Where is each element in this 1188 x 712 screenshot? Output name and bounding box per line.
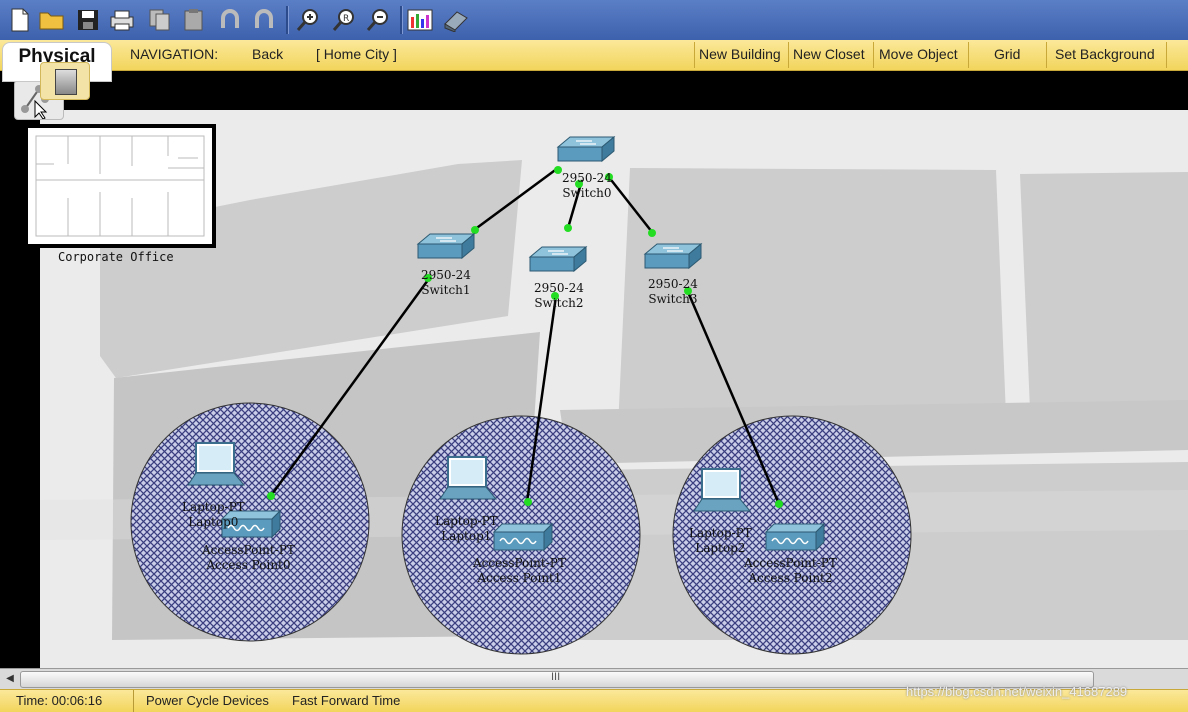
building-corporate-office[interactable] — [24, 124, 216, 248]
network-topology — [130, 136, 912, 655]
switch3-icon — [644, 243, 702, 269]
ap1-model: AccessPoint-PT — [473, 556, 566, 570]
ap2-name: Access Point2 — [748, 571, 833, 585]
switch0-name: Switch0 — [562, 186, 612, 200]
switch3-name: Switch3 — [648, 292, 698, 306]
switch2-model: 2950-24 — [534, 281, 584, 295]
laptop1-name: Laptop1 — [441, 529, 492, 543]
laptop2-label[interactable]: Laptop-PT Laptop2 — [689, 526, 752, 556]
switch1-label[interactable]: 2950-24 Switch1 — [421, 268, 471, 298]
ap1-name: Access Point1 — [477, 571, 562, 585]
floor-plan-icon — [35, 135, 205, 237]
switch0-label[interactable]: 2950-24 Switch0 — [562, 171, 612, 201]
power-cycle-button[interactable]: Power Cycle Devices — [146, 693, 269, 708]
laptop0-name: Laptop0 — [188, 515, 239, 529]
ap2-model: AccessPoint-PT — [744, 556, 837, 570]
laptop2-name: Laptop2 — [695, 541, 746, 555]
switch2-label[interactable]: 2950-24 Switch2 — [534, 281, 584, 311]
scroll-left-arrow-icon[interactable]: ◀ — [2, 671, 18, 687]
switch1-model: 2950-24 — [421, 268, 471, 282]
switch0-icon — [557, 136, 615, 162]
fast-forward-button[interactable]: Fast Forward Time — [292, 693, 400, 708]
access-point2-icon — [765, 523, 825, 551]
logical-view-toggle[interactable] — [40, 62, 90, 100]
building-label: Corporate Office — [58, 250, 174, 264]
laptop2-model: Laptop-PT — [689, 526, 752, 540]
laptop1-model: Laptop-PT — [435, 514, 498, 528]
access-point1-icon — [493, 523, 553, 551]
laptop0-label[interactable]: Laptop-PT Laptop0 — [182, 500, 245, 530]
switch1-icon — [417, 233, 475, 259]
laptop1-label[interactable]: Laptop-PT Laptop1 — [435, 514, 498, 544]
watermark: https://blog.csdn.net/weixin_41687289 — [906, 684, 1128, 699]
switch1-name: Switch1 — [421, 283, 471, 297]
switch2-icon — [529, 246, 587, 272]
ap1-label[interactable]: AccessPoint-PT Access Point1 — [473, 556, 566, 586]
scrollbar-grip: III — [551, 671, 561, 683]
ap0-name: Access Point0 — [206, 558, 291, 572]
time-display: Time: 00:06:16 — [16, 693, 103, 708]
ap0-label[interactable]: AccessPoint-PT Access Point0 — [202, 543, 295, 573]
switch0-model: 2950-24 — [562, 171, 612, 185]
switch3-label[interactable]: 2950-24 Switch3 — [648, 277, 698, 307]
switch2-name: Switch2 — [534, 296, 584, 310]
rack-icon — [55, 69, 77, 95]
ap0-model: AccessPoint-PT — [202, 543, 295, 557]
status-separator — [133, 690, 134, 712]
ap2-label[interactable]: AccessPoint-PT Access Point2 — [744, 556, 837, 586]
laptop0-model: Laptop-PT — [182, 500, 245, 514]
switch3-model: 2950-24 — [648, 277, 698, 291]
